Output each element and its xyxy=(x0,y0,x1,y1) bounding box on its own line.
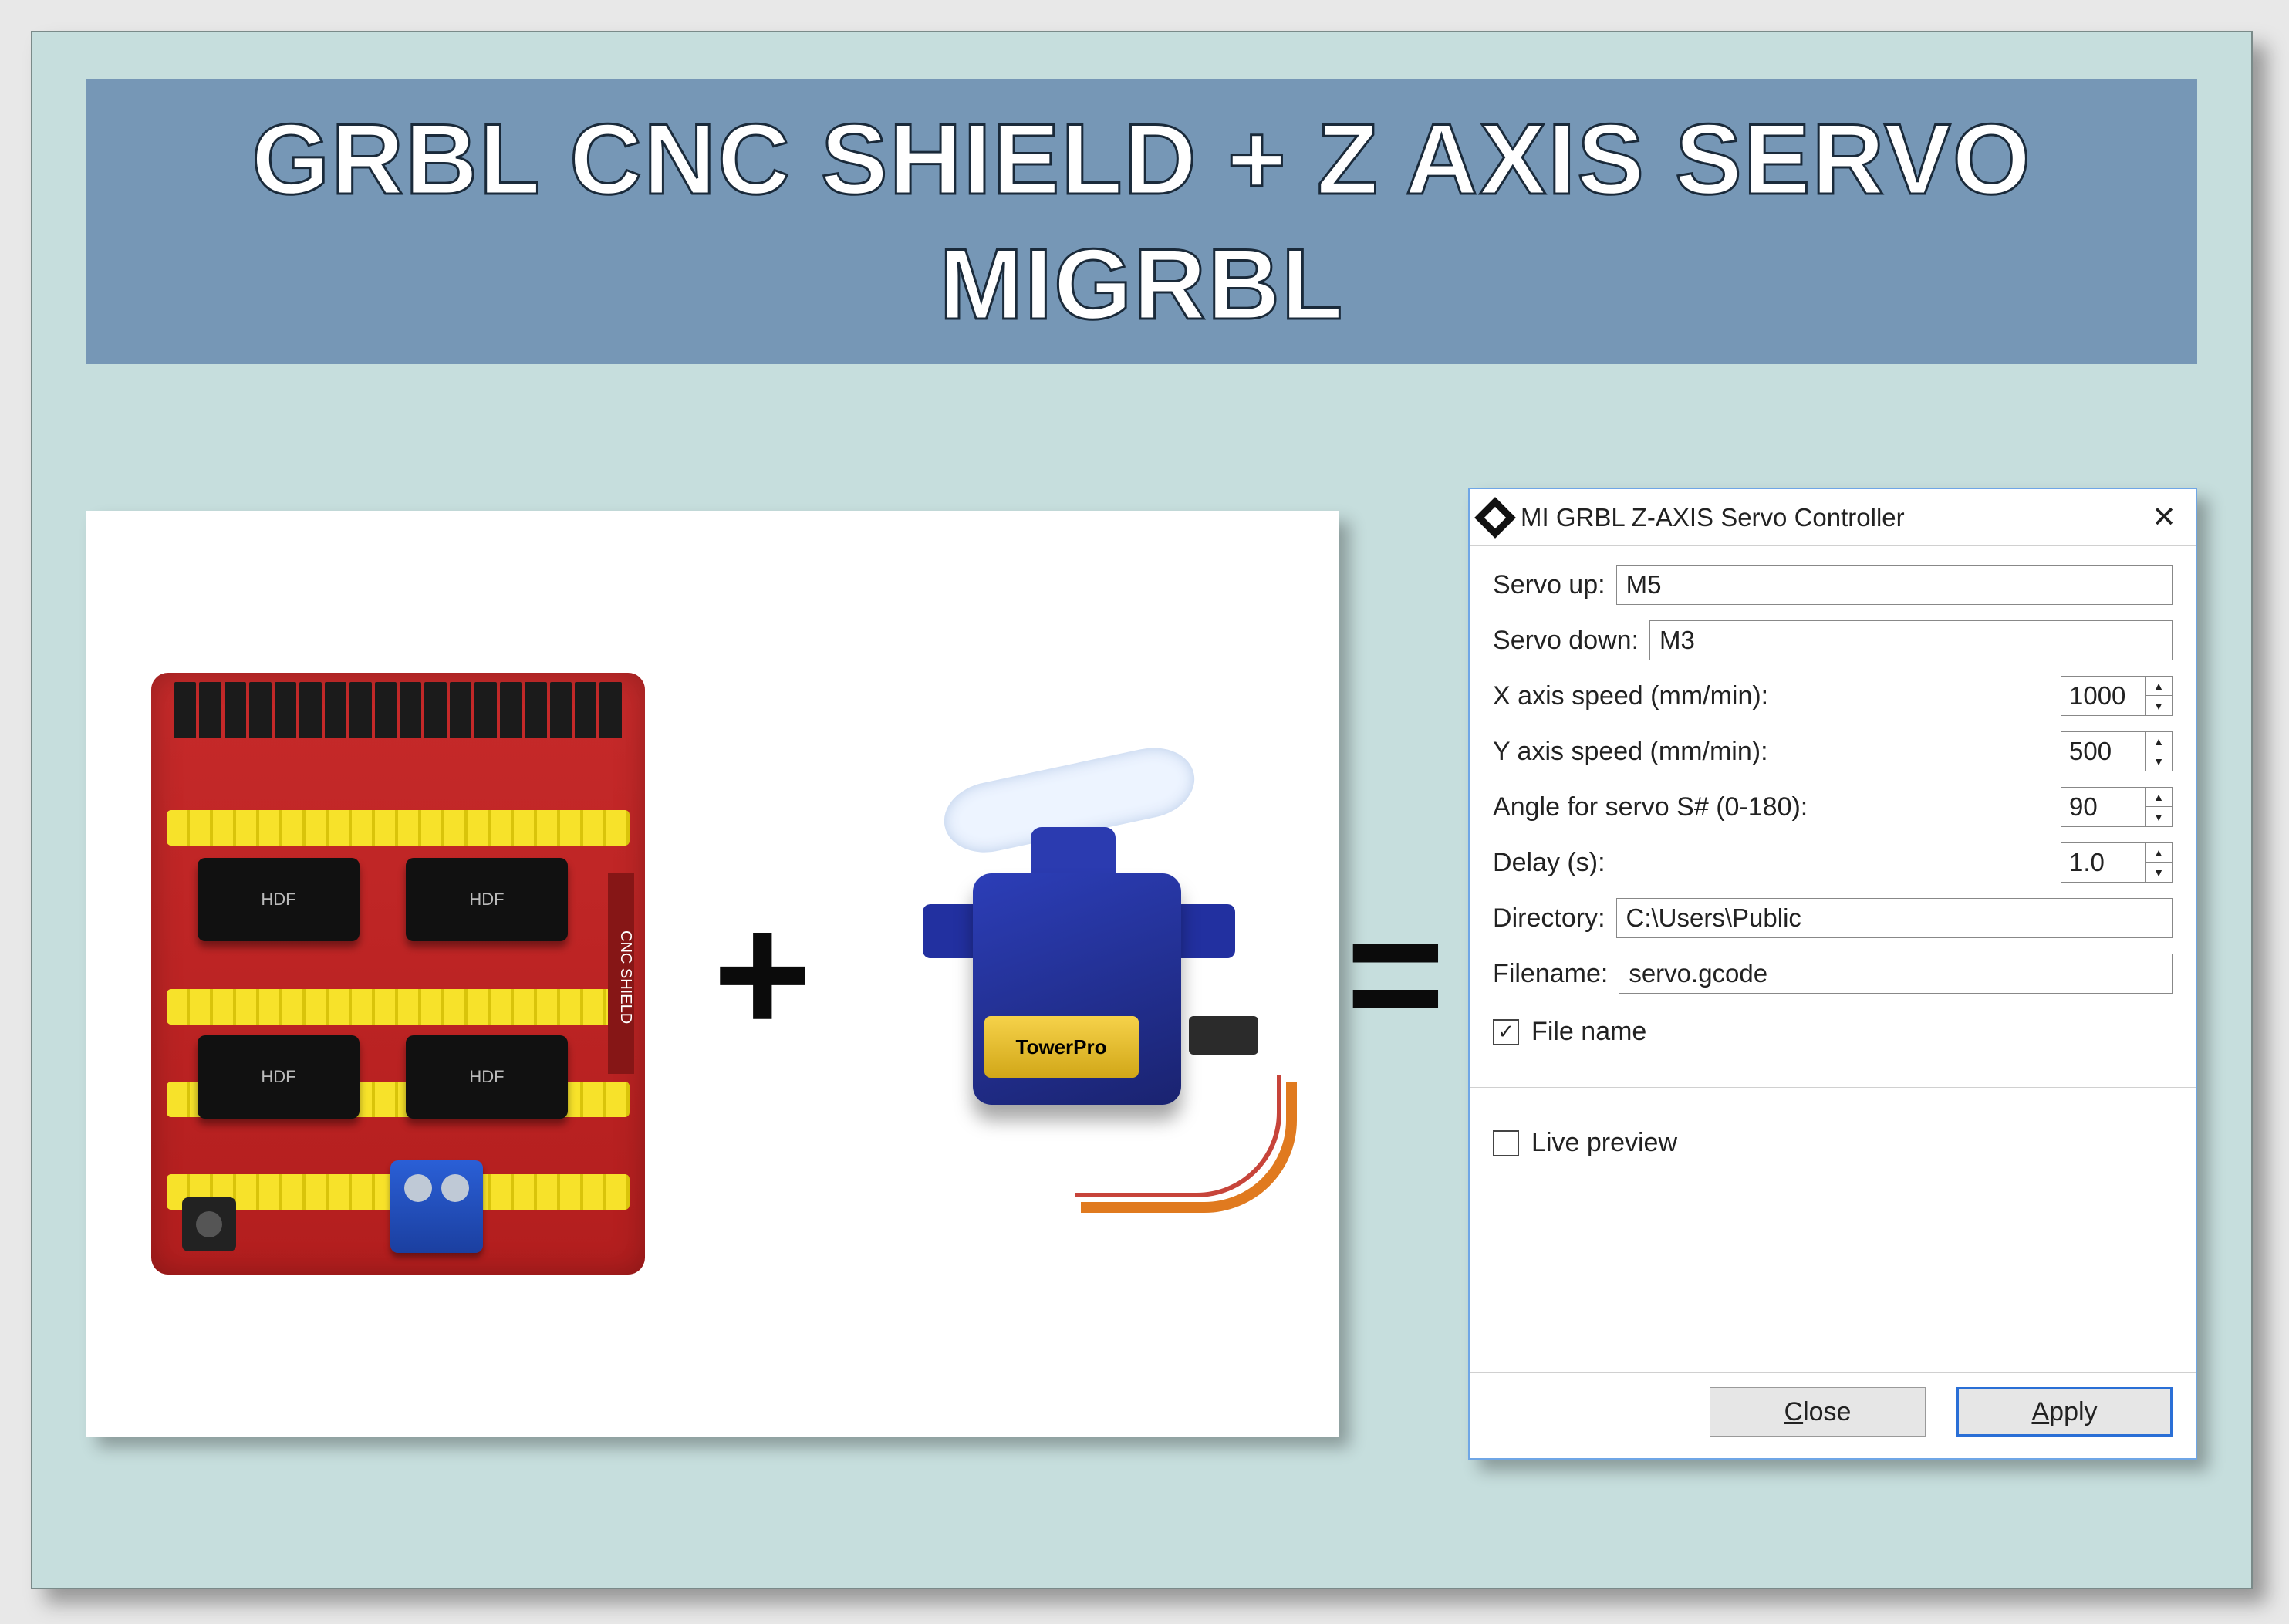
delay-spin-up[interactable]: ▲ xyxy=(2146,843,2172,863)
servo-down-row: Servo down: M3 xyxy=(1493,620,2173,660)
inkscape-icon xyxy=(1480,503,1510,532)
angle-spin-down[interactable]: ▼ xyxy=(2146,807,2172,826)
dialog-titlebar[interactable]: MI GRBL Z-AXIS Servo Controller ✕ xyxy=(1470,489,2196,546)
file-name-checkbox[interactable]: ✓ xyxy=(1493,1019,1519,1045)
y-speed-spin-down[interactable]: ▼ xyxy=(2146,751,2172,771)
file-name-checkbox-row: ✓ File name xyxy=(1493,1017,2173,1047)
close-button[interactable]: Close xyxy=(1710,1387,1926,1437)
delay-spin-down[interactable]: ▼ xyxy=(2146,863,2172,882)
dialog-title: MI GRBL Z-AXIS Servo Controller xyxy=(1521,503,2134,532)
directory-input[interactable]: C:\Users\Public xyxy=(1616,898,2173,938)
x-speed-spin-down[interactable]: ▼ xyxy=(2146,696,2172,715)
stepper-driver-cap: HDF xyxy=(406,858,568,941)
title-banner: GRBL CNC SHIELD + Z AXIS SERVO MIGRBL xyxy=(86,79,2197,364)
y-speed-label: Y axis speed (mm/min): xyxy=(1493,737,2050,767)
dialog-body: Servo up: M5 Servo down: M3 X axis speed… xyxy=(1470,546,2196,1372)
dialog-button-row: Close Apply xyxy=(1470,1372,2196,1458)
servo-image: TowerPro xyxy=(880,742,1274,1205)
plus-symbol: + xyxy=(713,889,812,1058)
y-speed-input[interactable]: 500 xyxy=(2061,731,2146,771)
filename-input[interactable]: servo.gcode xyxy=(1619,954,2173,994)
stepper-driver-cap: HDF xyxy=(198,1035,360,1119)
close-button-label: Close xyxy=(1784,1397,1852,1427)
delay-input[interactable]: 1.0 xyxy=(2061,842,2146,883)
servo-up-input[interactable]: M5 xyxy=(1616,565,2173,605)
x-speed-label: X axis speed (mm/min): xyxy=(1493,681,2050,711)
content-row: HDF HDF HDF HDF CNC SHIELD + TowerPro xyxy=(86,464,2197,1483)
outer-card: GRBL CNC SHIELD + Z AXIS SERVO MIGRBL HD… xyxy=(31,31,2253,1589)
directory-label: Directory: xyxy=(1493,903,1605,934)
equals-symbol: = xyxy=(1346,876,1445,1072)
y-speed-row: Y axis speed (mm/min): 500 ▲ ▼ xyxy=(1493,731,2173,771)
servo-brand-label: TowerPro xyxy=(984,1016,1139,1078)
cnc-side-label: CNC SHIELD xyxy=(608,873,634,1074)
close-icon[interactable]: ✕ xyxy=(2145,498,2183,537)
cnc-shield-image: HDF HDF HDF HDF CNC SHIELD xyxy=(151,673,645,1275)
power-terminal xyxy=(390,1160,483,1253)
filename-row: Filename: servo.gcode xyxy=(1493,954,2173,994)
live-preview-checkbox-label: Live preview xyxy=(1531,1128,1677,1158)
stepper-driver-cap: HDF xyxy=(406,1035,568,1119)
servo-down-input[interactable]: M3 xyxy=(1649,620,2173,660)
angle-spin-up[interactable]: ▲ xyxy=(2146,788,2172,807)
x-speed-spin-up[interactable]: ▲ xyxy=(2146,677,2172,696)
file-name-checkbox-label: File name xyxy=(1531,1017,1646,1047)
page-title: GRBL CNC SHIELD + Z AXIS SERVO MIGRBL xyxy=(102,96,2182,347)
filename-label: Filename: xyxy=(1493,959,1608,989)
live-preview-checkbox[interactable] xyxy=(1493,1130,1519,1156)
reset-button-icon xyxy=(182,1197,236,1251)
illustration-card: HDF HDF HDF HDF CNC SHIELD + TowerPro xyxy=(86,511,1339,1437)
apply-button-label: Apply xyxy=(2031,1397,2097,1427)
servo-down-label: Servo down: xyxy=(1493,626,1639,656)
delay-label: Delay (s): xyxy=(1493,848,2050,878)
angle-input[interactable]: 90 xyxy=(2061,787,2146,827)
live-preview-checkbox-row: Live preview xyxy=(1493,1128,2173,1158)
delay-row: Delay (s): 1.0 ▲ ▼ xyxy=(1493,842,2173,883)
x-speed-row: X axis speed (mm/min): 1000 ▲ ▼ xyxy=(1493,676,2173,716)
angle-label: Angle for servo S# (0-180): xyxy=(1493,792,2050,822)
stepper-driver-cap: HDF xyxy=(198,858,360,941)
angle-row: Angle for servo S# (0-180): 90 ▲ ▼ xyxy=(1493,787,2173,827)
servo-up-label: Servo up: xyxy=(1493,570,1605,600)
x-speed-input[interactable]: 1000 xyxy=(2061,676,2146,716)
dialog-divider xyxy=(1470,1087,2196,1088)
servo-up-row: Servo up: M5 xyxy=(1493,565,2173,605)
y-speed-spin-up[interactable]: ▲ xyxy=(2146,732,2172,751)
servo-controller-dialog: MI GRBL Z-AXIS Servo Controller ✕ Servo … xyxy=(1468,488,2197,1460)
apply-button[interactable]: Apply xyxy=(1956,1387,2173,1437)
directory-row: Directory: C:\Users\Public xyxy=(1493,898,2173,938)
